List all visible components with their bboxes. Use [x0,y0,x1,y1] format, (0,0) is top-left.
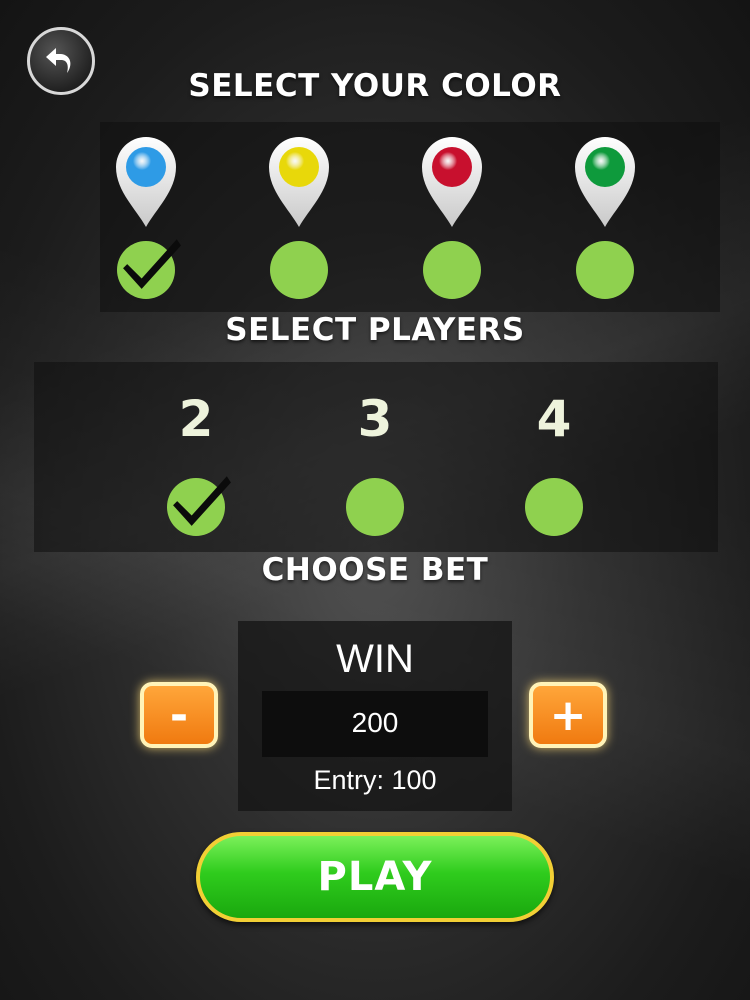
bet-panel: WIN 200 Entry: 100 [238,621,512,811]
color-pin-yellow[interactable] [267,135,331,229]
color-pin-blue[interactable] [114,135,178,229]
play-button[interactable]: PLAY [196,832,554,922]
minus-icon: - [169,689,189,741]
increase-bet-button[interactable]: + [529,682,607,748]
color-radio-red[interactable] [423,241,481,299]
player-radio-3[interactable] [346,478,404,536]
choose-bet-heading: CHOOSE BET [261,552,489,588]
color-pin-green[interactable] [573,135,637,229]
decrease-bet-button[interactable]: - [140,682,218,748]
player-count-3: 3 [357,390,393,448]
play-label: PLAY [317,854,433,900]
color-radio-yellow[interactable] [270,241,328,299]
player-radio-4[interactable] [525,478,583,536]
select-players-heading: SELECT PLAYERS [225,312,525,348]
color-radio-blue[interactable] [117,239,181,299]
color-radio-green[interactable] [576,241,634,299]
checkmark-icon [171,468,233,530]
player-count-4: 4 [536,390,572,448]
plus-icon: + [549,689,587,741]
entry-fee: Entry: 100 [313,765,437,795]
win-value-box: 200 [262,691,488,757]
player-count-2: 2 [178,390,214,448]
player-radio-2[interactable] [167,476,231,536]
checkmark-icon [121,231,183,293]
select-color-heading: SELECT YOUR COLOR [188,68,562,104]
win-label: WIN [336,637,414,681]
color-pin-red[interactable] [420,135,484,229]
win-value: 200 [351,707,399,738]
